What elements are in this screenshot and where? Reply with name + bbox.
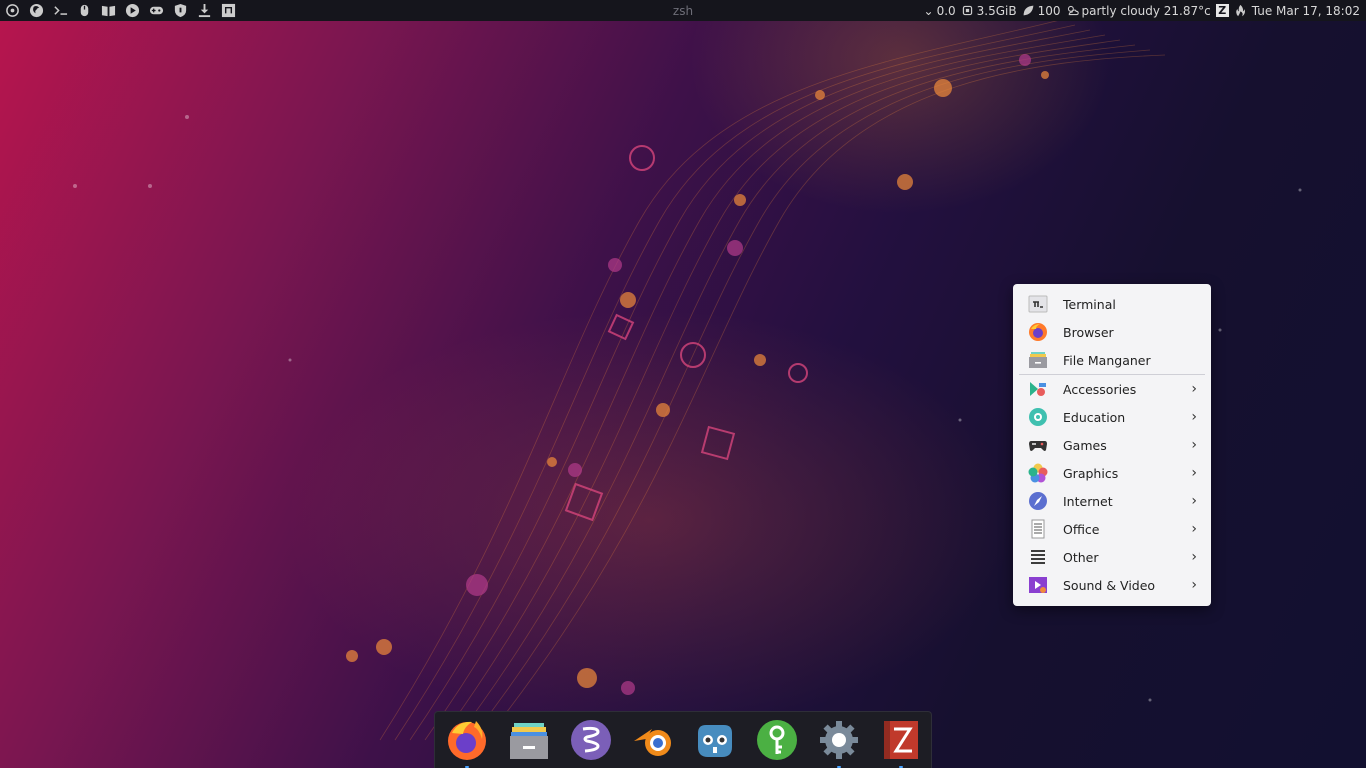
leaf-icon (1023, 5, 1033, 16)
menu-item-other[interactable]: Other › (1017, 543, 1207, 571)
terminal-icon (1027, 293, 1049, 315)
accessories-icon (1027, 378, 1049, 400)
terminal-icon[interactable] (51, 2, 69, 20)
chevron-right-icon: › (1191, 549, 1197, 565)
firefox-icon (1027, 321, 1049, 343)
menu-item-internet[interactable]: Internet › (1017, 487, 1207, 515)
flame-tray[interactable] (1234, 4, 1247, 17)
chevron-right-icon: › (1191, 493, 1197, 509)
music-icon[interactable] (219, 2, 237, 20)
dock-app-blender[interactable] (631, 718, 675, 762)
dock (434, 711, 932, 768)
application-menu: Terminal Browser File Manganer Accessori… (1013, 284, 1211, 606)
menu-item-file-manager[interactable]: File Manganer (1017, 346, 1207, 374)
battery-status[interactable]: 100 (1022, 4, 1061, 18)
dock-app-zeal[interactable] (879, 718, 923, 768)
gamepad-icon (1027, 434, 1049, 456)
chevron-right-icon: › (1191, 521, 1197, 537)
chevron-right-icon: › (1191, 465, 1197, 481)
top-panel: zsh ⌄ 0.0 3.5GiB 100 partly cloudy 21.87… (0, 0, 1366, 21)
cpu-load[interactable]: ⌄ 0.0 (924, 4, 956, 18)
chevron-right-icon: › (1191, 381, 1197, 397)
flame-icon (1235, 4, 1245, 17)
file-manager-icon (510, 723, 548, 759)
office-icon (1027, 518, 1049, 540)
menu-item-sound-video[interactable]: Sound & Video › (1017, 571, 1207, 599)
education-icon (1027, 406, 1049, 428)
download-icon[interactable] (195, 2, 213, 20)
dock-app-settings[interactable] (817, 718, 861, 768)
godot-icon (698, 725, 732, 757)
blender-icon (634, 729, 671, 756)
dock-app-firefox[interactable] (445, 718, 489, 768)
graphics-icon (1027, 462, 1049, 484)
other-icon (1027, 546, 1049, 568)
gear-icon (820, 721, 858, 759)
chevron-down-icon: ⌄ (923, 3, 934, 18)
dock-app-keepassxc[interactable] (755, 718, 799, 762)
menu-item-graphics[interactable]: Graphics › (1017, 459, 1207, 487)
chevron-right-icon: › (1191, 577, 1197, 593)
dock-app-godot[interactable] (693, 718, 737, 762)
key-icon (757, 720, 797, 760)
menu-item-browser[interactable]: Browser (1017, 318, 1207, 346)
sound-video-icon (1027, 574, 1049, 596)
partly-cloudy-icon (1067, 5, 1079, 16)
firefox-icon (448, 721, 486, 760)
memory-usage[interactable]: 3.5GiB (961, 4, 1017, 18)
weather-status[interactable]: partly cloudy 21.87°c (1066, 4, 1211, 18)
mouse-icon[interactable] (75, 2, 93, 20)
gamepad-icon[interactable] (147, 2, 165, 20)
menu-item-office[interactable]: Office › (1017, 515, 1207, 543)
chip-icon (962, 5, 972, 16)
zeal-tray[interactable]: Z (1215, 4, 1229, 17)
launcher-tray (0, 2, 237, 20)
menu-item-games[interactable]: Games › (1017, 431, 1207, 459)
shield-icon[interactable] (171, 2, 189, 20)
clock[interactable]: Tue Mar 17, 18:02 (1252, 4, 1360, 18)
internet-icon (1027, 490, 1049, 512)
file-manager-icon (1027, 349, 1049, 371)
menu-item-terminal[interactable]: Terminal (1017, 290, 1207, 318)
chevron-right-icon: › (1191, 437, 1197, 453)
power-icon[interactable] (3, 2, 21, 20)
book-icon[interactable] (99, 2, 117, 20)
play-icon[interactable] (123, 2, 141, 20)
menu-item-education[interactable]: Education › (1017, 403, 1207, 431)
dock-app-file-manager[interactable] (507, 718, 551, 762)
zeal-icon (884, 721, 918, 759)
dock-app-emacs[interactable] (569, 718, 613, 762)
firefox-icon[interactable] (27, 2, 45, 20)
zeal-tray-icon: Z (1215, 4, 1229, 17)
menu-item-accessories[interactable]: Accessories › (1017, 375, 1207, 403)
chevron-right-icon: › (1191, 409, 1197, 425)
emacs-icon (571, 720, 611, 760)
status-tray: ⌄ 0.0 3.5GiB 100 partly cloudy 21.87°c Z… (924, 4, 1361, 18)
